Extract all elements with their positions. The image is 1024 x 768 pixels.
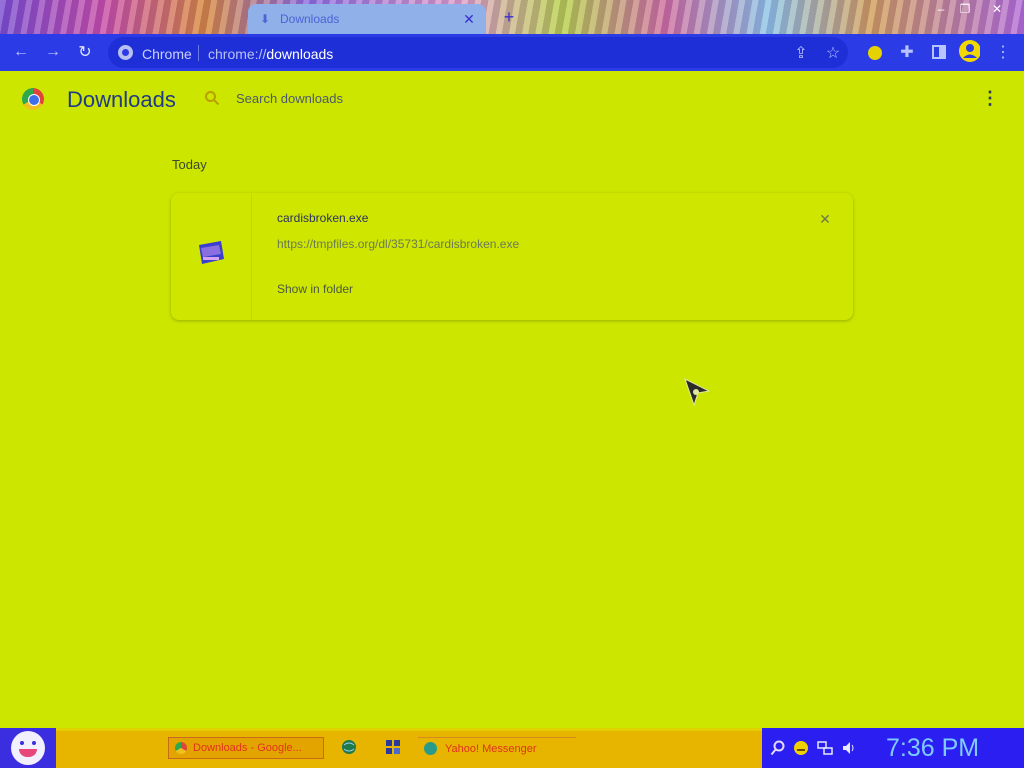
address-bar[interactable]: Chrome chrome://downloads ⇪ ☆: [108, 37, 848, 68]
chrome-logo-icon: [22, 88, 44, 110]
taskbar-item-yahoo-messenger[interactable]: Yahoo! Messenger: [418, 737, 576, 759]
profile-avatar-icon[interactable]: [958, 40, 980, 62]
page-title: Downloads: [67, 87, 176, 112]
grid-quicklaunch-icon[interactable]: [385, 739, 401, 755]
url-text[interactable]: chrome://downloads: [208, 46, 333, 62]
date-section-label: Today: [172, 157, 207, 172]
close-window-icon[interactable]: ✕: [986, 2, 1008, 16]
forward-icon[interactable]: →: [42, 41, 64, 63]
tab-downloads[interactable]: ⬇ Downloads ✕: [248, 4, 486, 34]
messenger-smiley-icon[interactable]: [793, 740, 809, 756]
start-button[interactable]: [0, 728, 56, 768]
url-scheme: chrome://: [208, 46, 267, 62]
minimize-icon[interactable]: –: [930, 2, 952, 16]
downloads-header: Downloads ⋮: [0, 71, 1024, 127]
share-icon[interactable]: ⇪: [790, 42, 812, 64]
globe-quicklaunch-icon[interactable]: [341, 739, 357, 755]
side-panel-icon[interactable]: [928, 41, 950, 63]
extensions-puzzle-icon[interactable]: ✚: [896, 41, 918, 63]
reload-icon[interactable]: ↻: [74, 41, 96, 63]
yahoo-messenger-icon: [424, 742, 437, 755]
url-host: downloads: [266, 46, 334, 62]
download-source-url[interactable]: https://tmpfiles.org/dl/35731/cardisbrok…: [277, 237, 519, 251]
download-file-name[interactable]: cardisbroken.exe: [277, 211, 368, 225]
tab-strip: ⬇ Downloads ✕ + – ❐ ✕: [0, 0, 1024, 34]
close-tab-icon[interactable]: ✕: [462, 12, 476, 26]
taskbar-clock[interactable]: 7:36 PM: [886, 734, 979, 763]
taskbar-item-chrome[interactable]: Downloads - Google...: [168, 737, 324, 759]
more-actions-icon[interactable]: ⋮: [980, 88, 1000, 108]
maximize-icon[interactable]: ❐: [954, 2, 976, 16]
back-icon[interactable]: ←: [10, 41, 32, 63]
new-tab-icon[interactable]: +: [500, 8, 518, 26]
taskbar-item-label: Yahoo! Messenger: [445, 742, 537, 755]
exe-file-icon: [199, 241, 224, 264]
mouse-cursor-icon: [684, 378, 710, 406]
omnibox-divider: [198, 45, 199, 61]
network-icon[interactable]: [817, 740, 833, 756]
search-tray-icon[interactable]: [770, 740, 786, 756]
bookmark-star-icon[interactable]: ☆: [822, 42, 844, 64]
start-logo-icon: [11, 731, 45, 765]
taskbar: Downloads - Google... Yahoo! Messenger 7…: [0, 728, 1024, 768]
search-icon[interactable]: [204, 90, 220, 106]
show-in-folder-link[interactable]: Show in folder: [277, 282, 353, 296]
remove-download-icon[interactable]: ✕: [816, 210, 834, 228]
volume-icon[interactable]: [841, 740, 857, 756]
browser-toolbar: ← → ↻ Chrome chrome://downloads ⇪ ☆ ✚ ⋮: [0, 34, 1024, 71]
download-item: cardisbroken.exe https://tmpfiles.org/dl…: [171, 193, 853, 320]
browser-menu-icon[interactable]: ⋮: [992, 41, 1014, 63]
chrome-site-icon: [118, 45, 133, 60]
taskbar-item-label: Downloads - Google...: [193, 742, 302, 754]
chrome-task-icon: [175, 742, 187, 754]
download-icon: ⬇: [259, 12, 271, 26]
search-downloads-input[interactable]: [230, 85, 602, 111]
file-icon-area: [171, 193, 252, 320]
tab-title: Downloads: [280, 12, 340, 26]
omnibox-chip: Chrome: [142, 46, 192, 62]
extension-circle-icon[interactable]: [864, 42, 886, 64]
